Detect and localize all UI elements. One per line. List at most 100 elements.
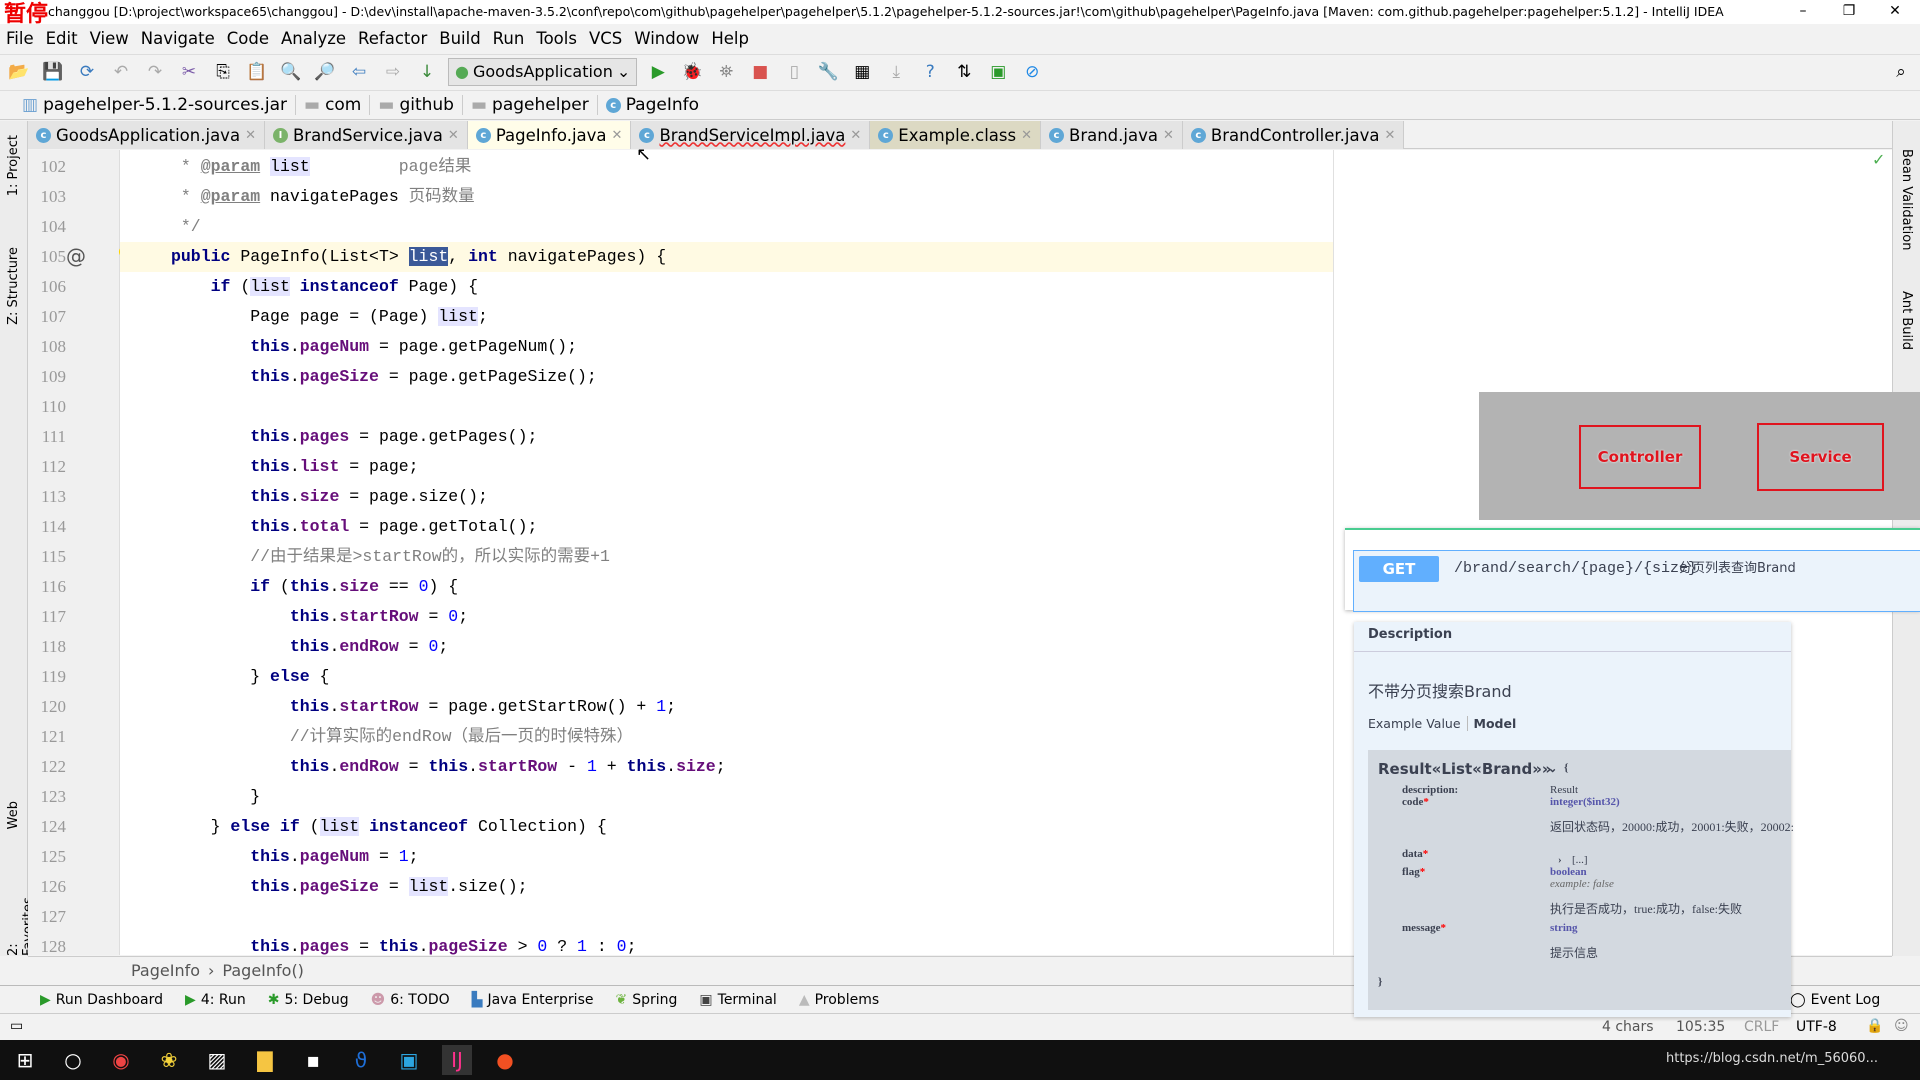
code-line[interactable]: //计算实际的endRow（最后一页的时候特殊） [171,722,633,752]
forward-icon[interactable]: ⇨ [380,59,406,85]
crumb-com[interactable]: ▬ com [295,95,369,115]
code-line[interactable]: this.endRow = 0; [171,632,448,662]
tool-todo[interactable]: ☻ 6: TODO [371,992,450,1008]
intellij-icon[interactable]: IJ [442,1045,472,1075]
code-line[interactable]: } else if (list instanceof Collection) { [171,812,607,842]
code-line[interactable]: * @param navigatePages 页码数量 [171,182,475,212]
tool-event-log[interactable]: ◯ Event Log [1790,992,1880,1008]
close-tab-icon[interactable]: ✕ [245,128,256,143]
debug-icon[interactable]: 🐞 [679,59,705,85]
app-icon[interactable]: ● [490,1045,520,1075]
project-structure-icon[interactable]: ▦ [849,59,875,85]
close-tab-icon[interactable]: ✕ [1163,128,1174,143]
code-line[interactable]: this.total = page.getTotal(); [171,512,537,542]
tab-page-info[interactable]: c PageInfo.java ✕ [467,121,632,149]
paste-icon[interactable]: 📋 [244,59,270,85]
tab-brand-service[interactable]: I BrandService.java ✕ [264,121,468,149]
redo-icon[interactable]: ↷ [142,59,168,85]
menu-navigate[interactable]: Navigate [141,29,215,48]
windows-start-icon[interactable]: ⊞ [10,1045,40,1075]
code-line[interactable]: this.endRow = this.startRow - 1 + this.s… [171,752,726,782]
code-line[interactable]: if (this.size == 0) { [171,572,458,602]
operation-summary[interactable]: GET /brand/search/{page}/{size} 分页列表查询Br… [1353,550,1920,612]
crumb-method[interactable]: PageInfo() [222,961,304,980]
lock-icon[interactable]: 🔒 [1866,1018,1883,1034]
tool-run[interactable]: ▶ 4: Run [185,992,246,1008]
run-icon[interactable]: ▶ [645,59,671,85]
override-at-icon[interactable]: @ [66,244,86,268]
run-config-select[interactable]: ● GoodsApplication ⌄ [448,57,638,86]
open-icon[interactable]: 📂 [6,59,32,85]
encoding[interactable]: UTF-8 [1796,1019,1837,1035]
code-line[interactable]: this.size = page.size(); [171,482,488,512]
tool-web[interactable]: Web [6,801,21,829]
tab-example-value[interactable]: Example Value [1368,716,1461,731]
file-explorer-icon[interactable]: ▇ [250,1045,280,1075]
update-icon[interactable]: ⤓ [883,59,909,85]
restore-button[interactable]: ❐ [1826,0,1872,24]
code-line[interactable]: this.pageSize = page.getPageSize(); [171,362,597,392]
save-icon[interactable]: 💾 [40,59,66,85]
back-icon[interactable]: ⇦ [346,59,372,85]
menu-help[interactable]: Help [711,29,749,48]
close-tab-icon[interactable]: ✕ [612,128,623,143]
menu-view[interactable]: View [90,29,129,48]
undo-icon[interactable]: ↶ [108,59,134,85]
code-line[interactable]: } [171,782,260,812]
menu-code[interactable]: Code [227,29,269,48]
tool-project[interactable]: 1: Project [6,135,21,196]
app-icon[interactable]: ϑ [346,1045,376,1075]
monitor-icon[interactable]: ▣ [985,59,1011,85]
code-line[interactable]: this.pageNum = page.getPageNum(); [171,332,577,362]
disable-icon[interactable]: ⊘ [1019,59,1045,85]
collapse-icon[interactable]: ⌄ [1548,762,1557,775]
find-icon[interactable]: 🔍 [278,59,304,85]
crumb-github[interactable]: ▬ github [369,95,462,115]
tool-bean-validation[interactable]: Bean Validation [1899,149,1914,250]
menu-tools[interactable]: Tools [536,29,577,48]
close-tab-icon[interactable]: ✕ [448,128,459,143]
tool-windows-toggle-icon[interactable]: ▭ [10,1018,23,1034]
tool-java-enterprise[interactable]: ▙ Java Enterprise [472,992,594,1008]
app-icon[interactable]: ❀ [154,1045,184,1075]
line-separator[interactable]: CRLF [1744,1019,1779,1035]
menu-vcs[interactable]: VCS [589,29,622,48]
close-tab-icon[interactable]: ✕ [1021,128,1032,143]
tab-example-class[interactable]: c Example.class ✕ [870,121,1041,149]
code-line[interactable]: if (list instanceof Page) { [171,272,478,302]
app-icon[interactable]: ▣ [394,1045,424,1075]
coverage-icon[interactable]: ⛯ [713,59,739,85]
vcs-icon[interactable]: ⇅ [951,59,977,85]
code-line[interactable]: public PageInfo(List<T> list, int naviga… [171,242,666,272]
cmd-icon[interactable]: ▪ [298,1045,328,1075]
menu-analyze[interactable]: Analyze [281,29,346,48]
code-line[interactable]: * @param list page结果 [171,152,471,182]
close-tab-icon[interactable]: ✕ [1384,128,1395,143]
code-line[interactable]: this.startRow = page.getStartRow() + 1; [171,692,676,722]
menu-build[interactable]: Build [439,29,480,48]
tool-run-dashboard[interactable]: ▶ Run Dashboard [40,992,163,1008]
code-line[interactable]: } else { [171,662,329,692]
menu-window[interactable]: Window [634,29,699,48]
crumb-jar[interactable]: ▥ pagehelper-5.1.2-sources.jar [14,95,295,115]
app-icon[interactable]: ▨ [202,1045,232,1075]
code-line[interactable]: */ [171,212,201,242]
code-line[interactable]: this.pages = this.pageSize > 0 ? 1 : 0; [171,932,636,955]
tab-brand-service-impl[interactable]: c BrandServiceImpl.java ✕ [631,121,871,149]
tool-terminal[interactable]: ▣ Terminal [699,992,776,1008]
menu-run[interactable]: Run [493,29,525,48]
attach-icon[interactable]: ▯ [781,59,807,85]
tab-goods-application[interactable]: c GoodsApplication.java ✕ [28,121,265,149]
caret-position[interactable]: 105:35 [1676,1019,1725,1035]
sync-icon[interactable]: ⟳ [74,59,100,85]
stop-icon[interactable]: ■ [747,59,773,85]
minimize-button[interactable]: – [1780,0,1826,24]
tool-debug[interactable]: ✱ 5: Debug [268,992,349,1008]
crumb-class[interactable]: PageInfo [131,961,200,980]
tool-ant-build[interactable]: Ant Build [1899,291,1914,350]
menu-file[interactable]: File [6,29,34,48]
menu-refactor[interactable]: Refactor [358,29,427,48]
tab-brand[interactable]: c Brand.java ✕ [1041,121,1183,149]
code-line[interactable]: //由于结果是>startRow的，所以实际的需要+1 [171,542,610,572]
code-line[interactable]: Page page = (Page) list; [171,302,488,332]
